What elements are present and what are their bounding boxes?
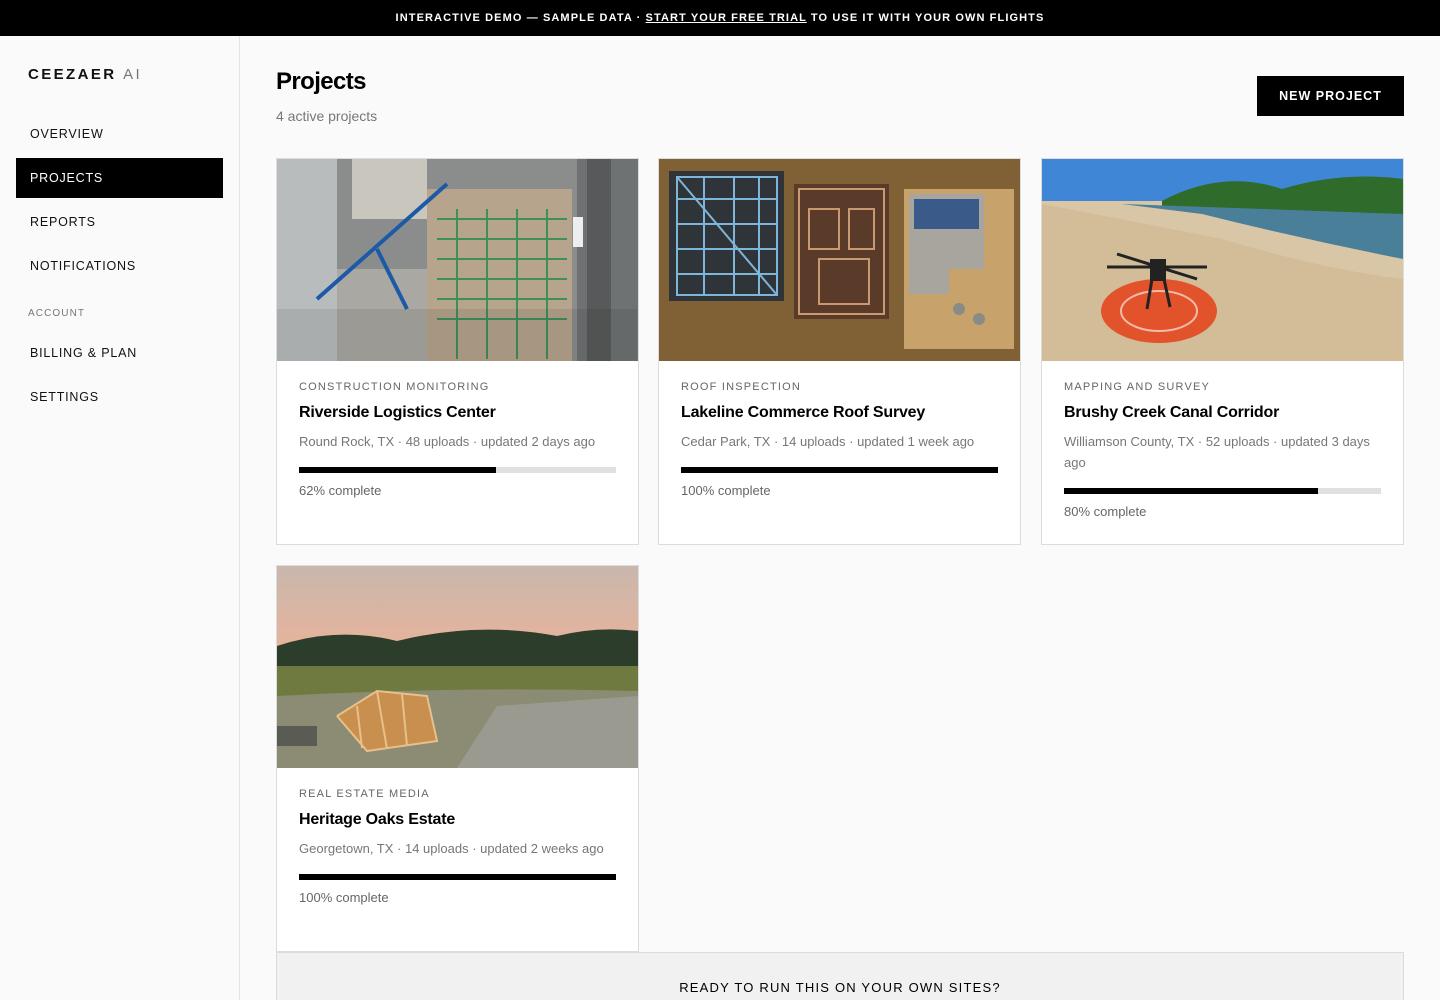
project-meta: Williamson County, TX · 52 uploads · upd… xyxy=(1064,434,1370,470)
project-card[interactable]: CONSTRUCTION MONITORING Riverside Logist… xyxy=(276,158,639,545)
progress-label: 100% complete xyxy=(681,483,771,498)
project-thumbnail xyxy=(659,159,1020,361)
project-meta: Cedar Park, TX · 14 uploads · updated 1 … xyxy=(681,434,975,449)
project-name[interactable]: Heritage Oaks Estate xyxy=(299,811,455,829)
project-name[interactable]: Brushy Creek Canal Corridor xyxy=(1064,404,1279,422)
progress-label: 80% complete xyxy=(1064,504,1147,519)
project-meta: Round Rock, TX · 48 uploads · updated 2 … xyxy=(299,434,596,449)
progress-fill xyxy=(299,467,496,473)
start-free-trial-link[interactable]: START YOUR FREE TRIAL xyxy=(646,12,807,24)
sidebar: CEEZAER AI OVERVIEW PROJECTS REPORTS NOT… xyxy=(0,36,240,1000)
project-name[interactable]: Lakeline Commerce Roof Survey xyxy=(681,404,925,422)
sidebar-item-overview[interactable]: OVERVIEW xyxy=(16,114,223,154)
progress-bar xyxy=(299,467,616,473)
project-card[interactable]: MAPPING AND SURVEY Brushy Creek Canal Co… xyxy=(1041,158,1404,545)
sidebar-item-reports[interactable]: REPORTS xyxy=(16,202,223,242)
project-category: ROOF INSPECTION xyxy=(681,381,802,393)
sidebar-item-notifications[interactable]: NOTIFICATIONS xyxy=(16,246,223,286)
project-card[interactable]: ROOF INSPECTION Lakeline Commerce Roof S… xyxy=(658,158,1021,545)
new-project-button[interactable]: NEW PROJECT xyxy=(1257,76,1404,116)
sidebar-item-projects[interactable]: PROJECTS xyxy=(16,158,223,198)
progress-fill xyxy=(681,467,998,473)
main-content: Projects 4 active projects NEW PROJECT C… xyxy=(240,36,1440,1000)
brand-name: CEEZAER xyxy=(28,66,117,83)
project-category: CONSTRUCTION MONITORING xyxy=(299,381,490,393)
project-meta: Georgetown, TX · 14 uploads · updated 2 … xyxy=(299,841,604,856)
project-thumbnail xyxy=(1042,159,1403,361)
progress-label: 62% complete xyxy=(299,483,382,498)
brand-suffix: AI xyxy=(123,66,143,83)
project-category: MAPPING AND SURVEY xyxy=(1064,381,1211,393)
page-title: Projects xyxy=(276,68,367,95)
banner-suffix: TO USE IT WITH YOUR OWN FLIGHTS xyxy=(806,12,1045,24)
sidebar-item-settings[interactable]: SETTINGS xyxy=(16,377,223,417)
progress-label: 100% complete xyxy=(299,890,389,905)
demo-banner: INTERACTIVE DEMO — SAMPLE DATA · START Y… xyxy=(0,0,1440,36)
banner-prefix: INTERACTIVE DEMO — SAMPLE DATA · xyxy=(395,12,646,24)
progress-bar xyxy=(1064,488,1381,494)
progress-bar xyxy=(681,467,998,473)
project-thumbnail xyxy=(277,159,638,361)
page-subtitle: 4 active projects xyxy=(276,108,378,124)
project-category: REAL ESTATE MEDIA xyxy=(299,788,430,800)
cta-panel: READY TO RUN THIS ON YOUR OWN SITES? xyxy=(276,952,1404,1000)
project-thumbnail xyxy=(277,566,638,768)
sidebar-section-account: ACCOUNT xyxy=(28,308,86,319)
progress-fill xyxy=(299,874,616,880)
cta-heading: READY TO RUN THIS ON YOUR OWN SITES? xyxy=(679,980,1001,995)
sidebar-item-billing[interactable]: BILLING & PLAN xyxy=(16,333,223,373)
progress-bar xyxy=(299,874,616,880)
project-name[interactable]: Riverside Logistics Center xyxy=(299,404,496,422)
project-card[interactable]: REAL ESTATE MEDIA Heritage Oaks Estate G… xyxy=(276,565,639,952)
progress-fill xyxy=(1064,488,1318,494)
brand-logo[interactable]: CEEZAER AI xyxy=(28,66,142,83)
